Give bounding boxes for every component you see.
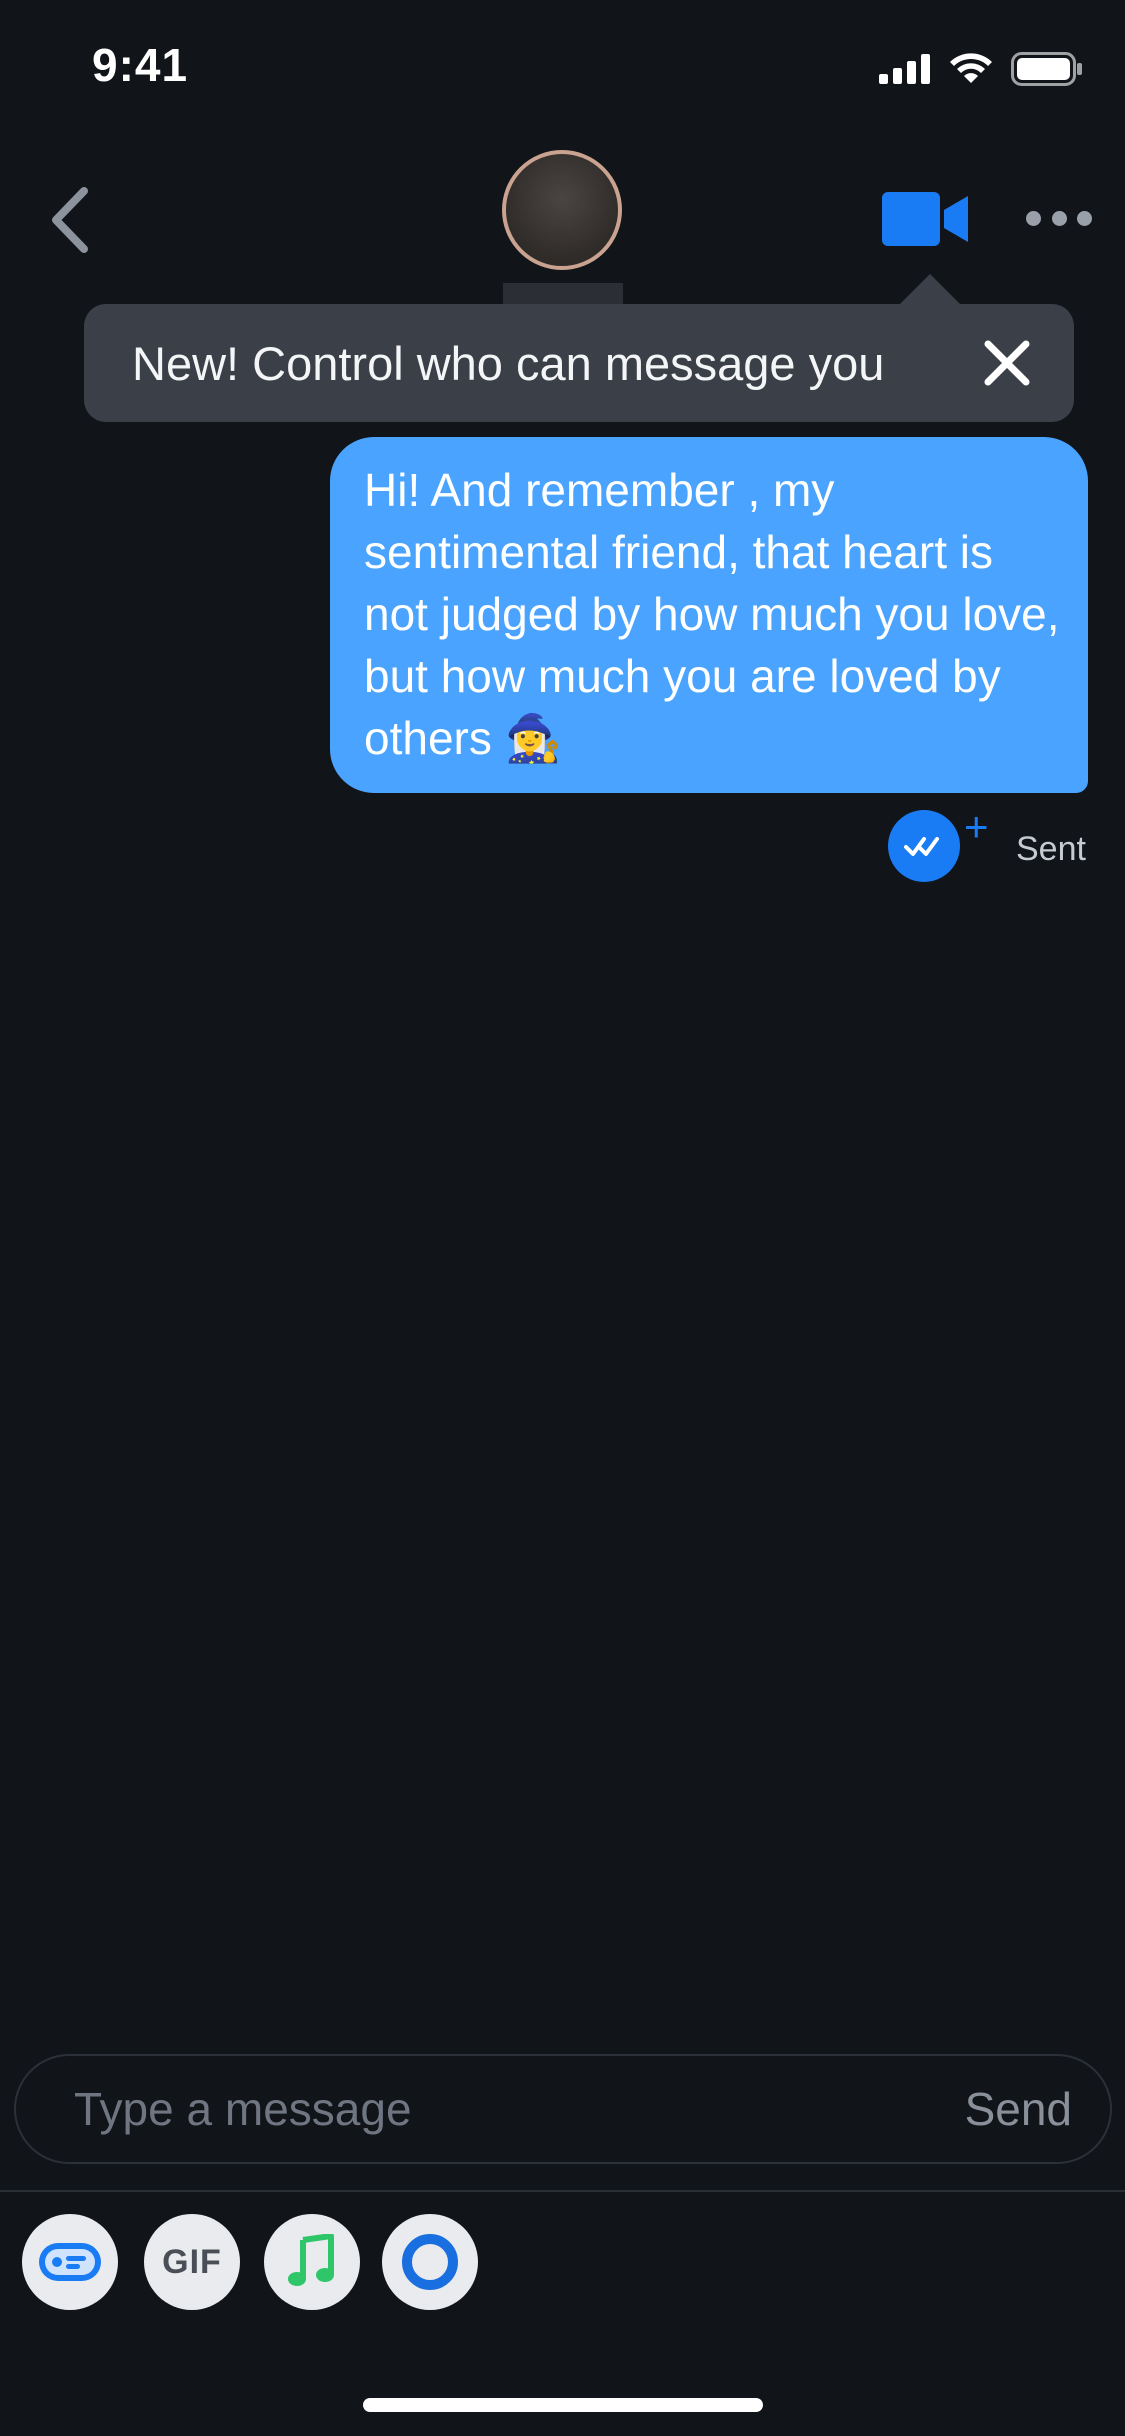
loop-icon bbox=[402, 2234, 458, 2290]
video-camera-icon bbox=[882, 192, 968, 246]
read-receipt-badge[interactable] bbox=[888, 810, 960, 882]
send-button[interactable]: Send bbox=[959, 2081, 1078, 2137]
receipt-plus-icon[interactable]: + bbox=[964, 806, 989, 848]
loop-button[interactable] bbox=[382, 2214, 478, 2310]
gif-icon: GIF bbox=[162, 2242, 222, 2281]
double-check-icon bbox=[904, 837, 939, 856]
contact-avatar[interactable] bbox=[502, 150, 622, 270]
music-button[interactable] bbox=[264, 2214, 360, 2310]
close-icon bbox=[984, 340, 1030, 386]
back-button[interactable] bbox=[40, 180, 100, 260]
cellular-signal-icon bbox=[879, 54, 930, 84]
message-status: Sent bbox=[1016, 830, 1086, 868]
tooltip-arrow bbox=[898, 274, 962, 306]
message-input[interactable] bbox=[72, 2081, 959, 2137]
sticker-button[interactable] bbox=[22, 2214, 118, 2310]
sticker-icon bbox=[39, 2243, 101, 2281]
message-composer: Send bbox=[14, 2054, 1112, 2164]
wifi-icon bbox=[950, 53, 992, 83]
chevron-left-icon bbox=[52, 187, 88, 253]
music-note-icon bbox=[288, 2234, 334, 2286]
gif-button[interactable]: GIF bbox=[144, 2214, 240, 2310]
composer-divider bbox=[0, 2190, 1125, 2192]
feature-tooltip: New! Control who can message you bbox=[84, 304, 1074, 422]
outgoing-message-bubble[interactable]: Hi! And remember , my sentimental friend… bbox=[330, 437, 1088, 793]
tooltip-close-button[interactable] bbox=[982, 338, 1032, 388]
status-time: 9:41 bbox=[92, 39, 189, 91]
more-options-button[interactable] bbox=[1026, 203, 1092, 233]
video-call-button[interactable] bbox=[882, 190, 970, 248]
tooltip-text: New! Control who can message you bbox=[132, 336, 885, 390]
ellipsis-icon bbox=[1026, 210, 1041, 226]
battery-icon bbox=[1011, 52, 1082, 86]
status-icons bbox=[879, 52, 1083, 86]
home-indicator bbox=[363, 2398, 763, 2412]
